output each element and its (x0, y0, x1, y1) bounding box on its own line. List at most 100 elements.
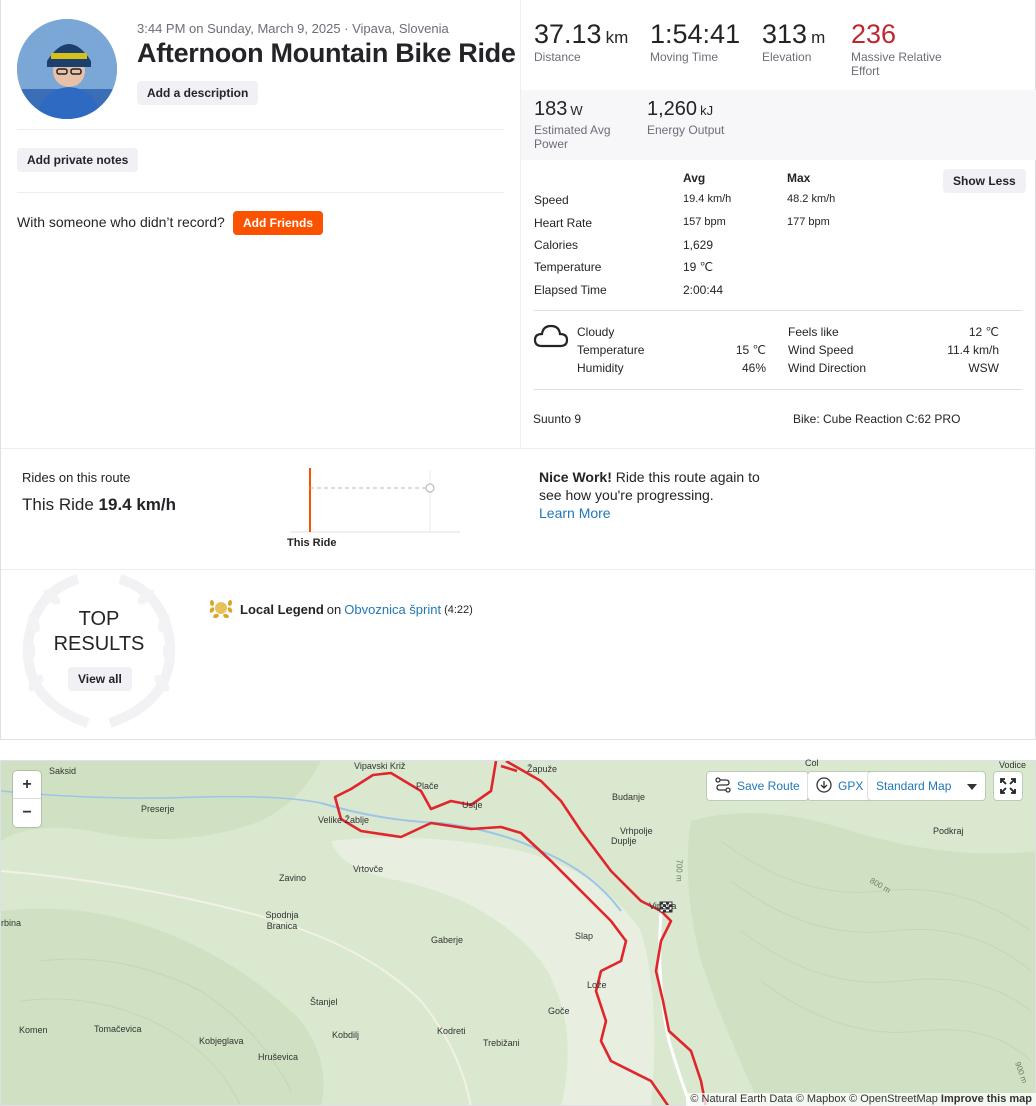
stat-value: 313 (762, 19, 808, 49)
nice-work-message: Nice Work! Ride this route again to see … (539, 468, 779, 522)
save-route-label: Save Route (737, 779, 800, 793)
divider (1, 448, 1035, 449)
add-description-button[interactable]: Add a description (137, 81, 259, 105)
segment-link[interactable]: Obvoznica šprint (344, 602, 441, 617)
zoom-control: + − (13, 771, 41, 827)
avatar[interactable] (17, 19, 117, 119)
row-avg: 19 ℃ (683, 260, 714, 274)
row-avg: 1,629 (683, 238, 714, 252)
device-name: Suunto 9 (533, 412, 582, 426)
map-place-label: Žapuže (527, 764, 558, 774)
map-place-label: Vrtovče (353, 864, 384, 874)
stat-unit: km (605, 28, 629, 47)
divider (1, 569, 1035, 570)
map-place-label: Tomačevica (94, 1024, 142, 1034)
weather-feels: 12 ℃ (968, 325, 999, 339)
laurel-crown-icon (208, 596, 234, 623)
improve-map-link[interactable]: Improve this map (941, 1093, 1032, 1105)
view-all-button[interactable]: View all (68, 667, 132, 691)
map-place-label: Podkraj (933, 826, 964, 836)
local-legend-achievement: Local Legend on Obvoznica šprint (4:22) (208, 596, 473, 623)
stat-unit: kJ (700, 103, 714, 118)
activity-title: Afternoon Mountain Bike Ride (137, 38, 516, 68)
add-private-notes-button[interactable]: Add private notes (17, 148, 139, 172)
stat-unit: W (570, 103, 583, 118)
gpx-label: GPX (838, 779, 864, 793)
stat-avg-power: 183 W Estimated Avg Power (534, 98, 634, 151)
target-point (425, 483, 435, 493)
map-place-label: Duplje (611, 836, 637, 846)
map-place-label: Ustje (462, 800, 483, 810)
learn-more-link[interactable]: Learn More (539, 505, 611, 521)
row-label: Temperature (534, 260, 602, 274)
map-place-label: Preserje (141, 804, 175, 814)
row-label: Calories (534, 238, 579, 252)
fullscreen-icon (994, 778, 1022, 804)
attribution-text[interactable]: © Natural Earth Data © Mapbox © OpenStre… (690, 1093, 937, 1105)
map-place-label: Kobjeglava (199, 1036, 244, 1046)
row-max: 48.2 km/h (787, 193, 836, 205)
map-place-label: Gaberje (431, 935, 464, 945)
weather-condition: Cloudy (577, 325, 615, 339)
stat-label: Energy Output (647, 123, 725, 137)
this-ride-speed: This Ride 19.4 km/h (22, 495, 176, 515)
zoom-out-button[interactable]: − (13, 799, 41, 827)
row-max: 177 bpm (787, 216, 830, 228)
map-place-label: Kobdilj (332, 1030, 360, 1040)
map-place-label: Plače (416, 781, 439, 791)
divider (17, 192, 504, 193)
weather-humidity: 46% (741, 361, 766, 375)
map-place-label: Saksid (49, 766, 77, 776)
stat-label: Moving Time (650, 50, 719, 64)
stat-elevation: 313 m Elevation (762, 19, 825, 64)
map-place-label: Spodnja Branica (265, 910, 299, 931)
weather-temp: 15 ℃ (735, 343, 766, 357)
fullscreen-button[interactable] (994, 772, 1022, 800)
gpx-download-button[interactable]: GPX (808, 772, 872, 800)
row-avg: 2:00:44 (683, 283, 724, 297)
zoom-in-button[interactable]: + (13, 771, 41, 799)
weather-feels-label: Feels like (788, 325, 839, 339)
stat-value: 37.13 (534, 19, 602, 49)
weather-wind-dir-label: Wind Direction (788, 361, 867, 375)
show-less-button[interactable]: Show Less (943, 169, 1026, 193)
map-place-label: Col (805, 758, 819, 768)
map-place-label: Hruševica (258, 1052, 299, 1062)
download-icon (816, 776, 832, 796)
weather-humidity-label: Humidity (577, 361, 624, 375)
divider (534, 389, 1022, 390)
chart-caption: This Ride (287, 537, 337, 549)
row-label: Elapsed Time (534, 283, 607, 297)
cloud-icon (533, 323, 569, 354)
achievement-on: on (326, 602, 342, 617)
divider (534, 310, 1022, 311)
map-place-label: Slap (575, 931, 594, 941)
this-ride-label: This Ride (22, 495, 94, 514)
map-place-label: Štanjel (310, 997, 338, 1007)
save-route-button[interactable]: Save Route (707, 772, 808, 800)
map-place-label: rbina (1, 918, 22, 928)
map-place-label: Komen (19, 1025, 48, 1035)
activity-date-location: 3:44 PM on Sunday, March 9, 2025 · Vipav… (137, 21, 449, 36)
stat-unit: m (811, 28, 826, 47)
map-place-label: Zavino (279, 873, 307, 883)
segment-time: (4:22) (444, 603, 473, 616)
map-place-label: Vipava (649, 901, 677, 911)
stat-distance: 37.13 km Distance (534, 19, 628, 64)
bike-name: Bike: Cube Reaction C:62 PRO (793, 412, 961, 426)
map-place-label: Trebižani (483, 1038, 520, 1048)
stat-label: Distance (534, 50, 581, 64)
row-avg: 19.4 km/h (683, 193, 732, 205)
map-place-label: Budanje (612, 792, 646, 802)
map-style-label: Standard Map (876, 779, 952, 793)
stat-value: 1,260 (647, 98, 698, 120)
add-friends-button[interactable]: Add Friends (233, 211, 324, 235)
row-label: Speed (534, 193, 569, 207)
stat-value: 236 (851, 19, 897, 49)
map-style-select[interactable]: Standard Map (868, 772, 985, 800)
stat-moving-time: 1:54:41 Moving Time (650, 19, 740, 64)
stat-relative-effort[interactable]: 236 Massive Relative Effort (851, 19, 961, 78)
nice-work-bold: Nice Work! (539, 469, 612, 485)
map-place-label: Velike Žablje (318, 815, 370, 825)
with-someone-text: With someone who didn’t record? (17, 214, 225, 230)
